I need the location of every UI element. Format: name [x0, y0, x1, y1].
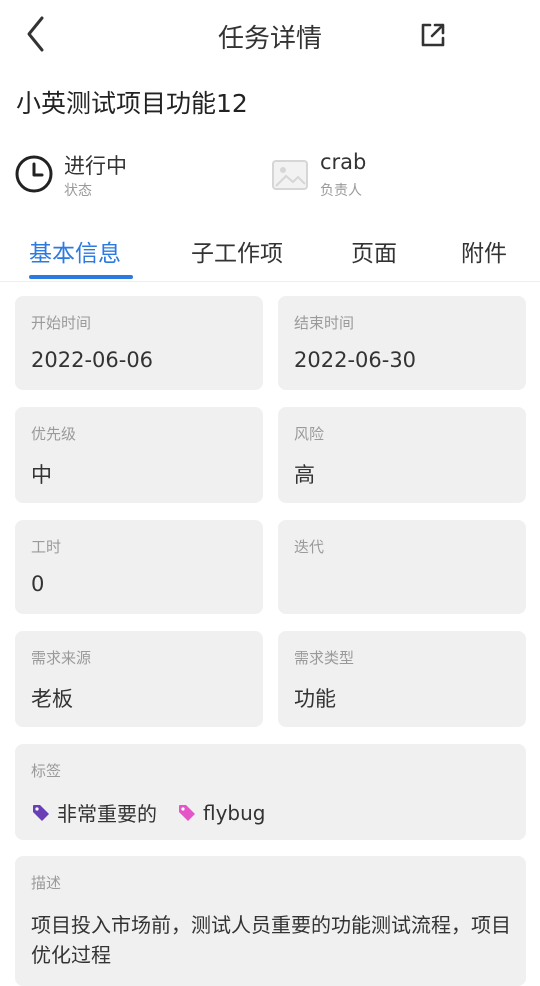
field-label: 标签 [31, 762, 62, 780]
field-label: 结束时间 [294, 314, 355, 332]
tab-sub-items[interactable]: 子工作项 [191, 234, 283, 268]
owner-block[interactable]: crab 负责人 [270, 146, 510, 202]
task-title: 小英测试项目功能12 [16, 89, 248, 118]
top-bar: 任务详情 [0, 0, 540, 72]
field-label: 需求来源 [31, 649, 92, 667]
field-label: 迭代 [294, 538, 325, 556]
field-value: 功能 [294, 687, 336, 711]
tag-icon [179, 804, 195, 821]
field-label: 需求类型 [294, 649, 355, 667]
status-label: 状态 [64, 183, 92, 199]
tag-item[interactable]: 非常重要的 [31, 798, 157, 827]
field-value: 2022-06-06 [31, 348, 154, 372]
field-label: 优先级 [31, 425, 77, 443]
field-label: 工时 [31, 538, 62, 556]
tag-item[interactable]: flybug [177, 801, 266, 825]
field-value: 高 [294, 463, 315, 487]
field-value: 老板 [31, 687, 73, 711]
field-risk[interactable]: 风险 高 [278, 407, 526, 503]
field-value: 2022-06-30 [294, 348, 417, 372]
field-label: 风险 [294, 425, 325, 443]
tag-list: 非常重要的 flybug [31, 798, 286, 827]
status-block[interactable]: 进行中 状态 [14, 146, 254, 202]
share-button[interactable] [416, 18, 450, 52]
tab-bar: 基本信息 子工作项 页面 附件 [0, 228, 540, 282]
field-label: 开始时间 [31, 314, 92, 332]
field-end-time[interactable]: 结束时间 2022-06-30 [278, 296, 526, 390]
field-start-time[interactable]: 开始时间 2022-06-06 [15, 296, 263, 390]
field-value: 0 [31, 572, 45, 596]
field-label: 描述 [31, 874, 62, 892]
tab-pages[interactable]: 页面 [351, 234, 397, 268]
tag-label: 非常重要的 [57, 802, 157, 826]
description-text: 项目投入市场前，测试人员重要的功能测试流程，项目优化过程 [31, 913, 511, 967]
tab-attachments[interactable]: 附件 [461, 234, 507, 268]
field-value: 中 [31, 463, 52, 487]
divider [0, 281, 540, 282]
tag-icon [33, 804, 49, 821]
active-tab-indicator [29, 275, 133, 279]
field-tags[interactable]: 标签 非常重要的 flybug [15, 744, 526, 840]
owner-value: crab [320, 150, 367, 174]
field-description[interactable]: 描述 项目投入市场前，测试人员重要的功能测试流程，项目优化过程 [15, 856, 526, 986]
avatar-placeholder-icon [272, 160, 308, 190]
page-title: 任务详情 [217, 24, 322, 54]
field-requirement-type[interactable]: 需求类型 功能 [278, 631, 526, 727]
tab-basic-info[interactable]: 基本信息 [29, 234, 121, 268]
field-iteration[interactable]: 迭代 [278, 520, 526, 614]
status-value: 进行中 [64, 154, 127, 178]
field-priority[interactable]: 优先级 中 [15, 407, 263, 503]
tag-label: flybug [203, 800, 266, 825]
field-requirement-source[interactable]: 需求来源 老板 [15, 631, 263, 727]
field-work-hours[interactable]: 工时 0 [15, 520, 263, 614]
clock-icon [15, 155, 53, 193]
external-link-icon [421, 23, 445, 47]
owner-label: 负责人 [320, 183, 362, 199]
